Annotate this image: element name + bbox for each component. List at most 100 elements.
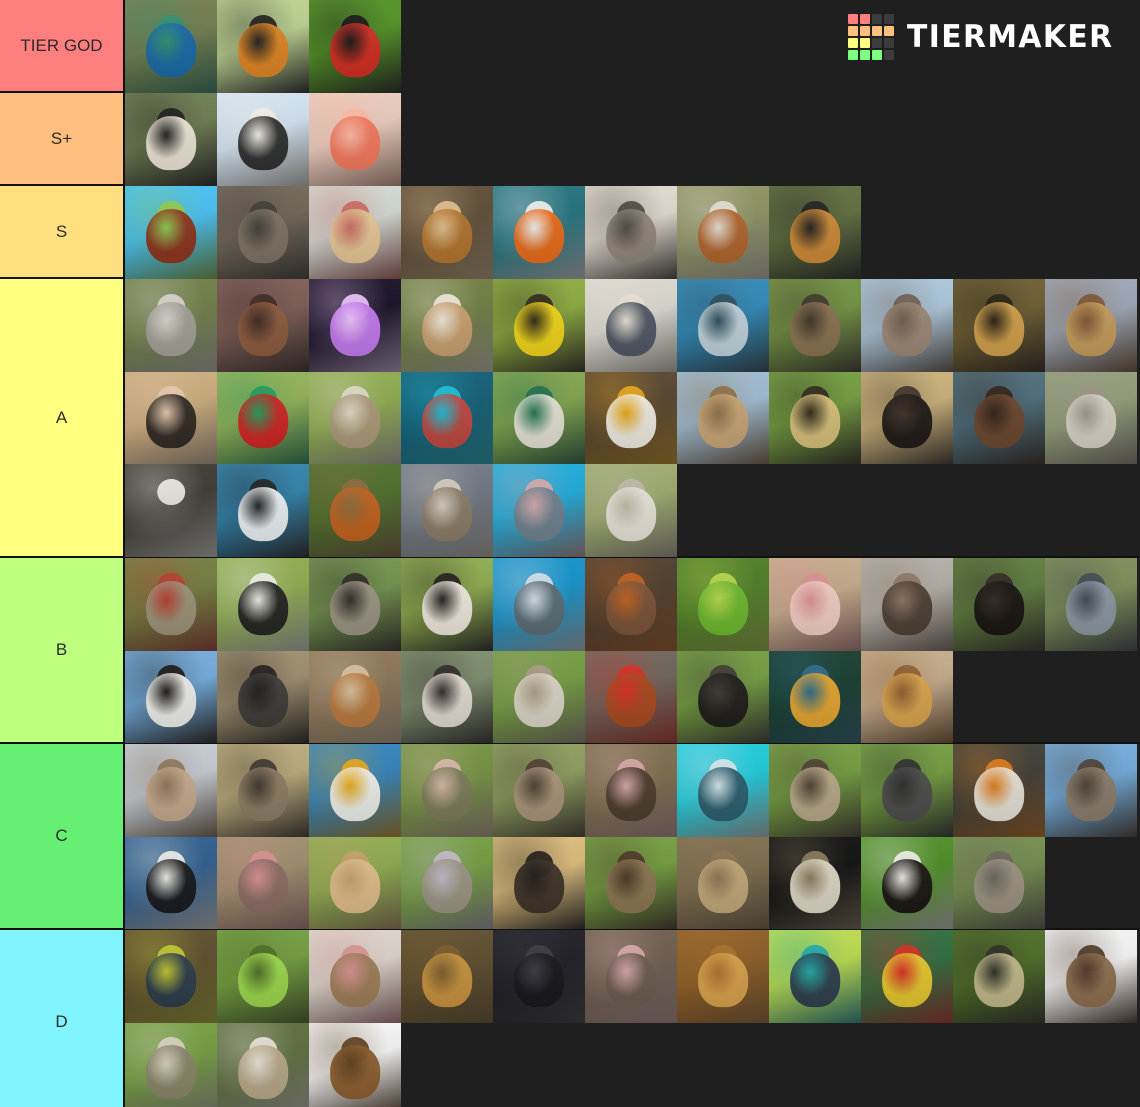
tier-item-goat[interactable]: [401, 650, 493, 743]
tier-item-rabbit[interactable]: [309, 371, 401, 464]
tier-item-pigeon[interactable]: [1045, 558, 1137, 651]
tier-item-llama[interactable]: [493, 650, 585, 743]
tier-item-snail[interactable]: [585, 836, 677, 929]
tier-item-cockroach[interactable]: [309, 1022, 401, 1107]
tier-item-beaver[interactable]: [953, 371, 1045, 464]
tier-item-pig[interactable]: [769, 558, 861, 651]
tier-item-whale-shark[interactable]: [493, 558, 585, 651]
tier-item-crab[interactable]: [861, 650, 953, 743]
tier-label[interactable]: A: [0, 279, 125, 556]
tier-item-horse[interactable]: [861, 371, 953, 464]
tier-item-otter[interactable]: [401, 464, 493, 557]
tier-item-squirrel[interactable]: [769, 279, 861, 372]
tier-item-snake[interactable]: [125, 558, 217, 651]
tier-item-ant[interactable]: [125, 186, 217, 279]
tier-item-bee[interactable]: [493, 279, 585, 372]
tier-label[interactable]: D: [0, 930, 125, 1107]
tier-item-crocodile[interactable]: [401, 744, 493, 837]
tier-item-porcupine[interactable]: [769, 836, 861, 929]
tier-item-platypus[interactable]: [217, 186, 309, 279]
tier-item-falcon[interactable]: [585, 279, 677, 372]
tier-item-tarantula[interactable]: [1045, 930, 1137, 1023]
tier-item-shark[interactable]: [677, 279, 769, 372]
tier-item-hippo[interactable]: [217, 836, 309, 929]
tier-item-bald-eagle[interactable]: [585, 371, 677, 464]
tier-item-lizard[interactable]: [125, 930, 217, 1023]
tier-item-lion[interactable]: [401, 186, 493, 279]
tier-item-dolphin[interactable]: [493, 464, 585, 557]
tier-item-praying-mantis[interactable]: [217, 930, 309, 1023]
tier-item-raccoon[interactable]: [309, 558, 401, 651]
tier-item-octopus[interactable]: [401, 371, 493, 464]
tier-item-grasshopper[interactable]: [953, 930, 1045, 1023]
tier-item-ostrich[interactable]: [125, 371, 217, 464]
tier-item-peacock[interactable]: [125, 0, 217, 93]
tier-item-golden-retriever[interactable]: [309, 186, 401, 279]
tier-item-lemur[interactable]: [953, 744, 1045, 837]
tier-item-zebra[interactable]: [125, 650, 217, 743]
tier-item-vulture[interactable]: [217, 1022, 309, 1107]
tier-item-pelican[interactable]: [217, 464, 309, 557]
tier-item-baboon[interactable]: [401, 836, 493, 929]
tier-item-cat[interactable]: [585, 186, 677, 279]
tier-item-gorilla[interactable]: [217, 650, 309, 743]
tier-item-stingray[interactable]: [677, 744, 769, 837]
tier-label[interactable]: B: [0, 558, 125, 742]
tier-item-mealworms[interactable]: [677, 930, 769, 1023]
tier-label[interactable]: C: [0, 744, 125, 928]
tier-item-seagull[interactable]: [309, 744, 401, 837]
tier-item-flamingo[interactable]: [309, 93, 401, 186]
tier-item-bull[interactable]: [677, 650, 769, 743]
tier-item-seahorse[interactable]: [769, 650, 861, 743]
tier-item-magpie[interactable]: [217, 558, 309, 651]
tier-item-kangaroo[interactable]: [309, 650, 401, 743]
tier-item-koala[interactable]: [125, 279, 217, 372]
tier-item-bat[interactable]: [309, 930, 401, 1023]
tier-item-camel[interactable]: [677, 371, 769, 464]
tier-item-mallard-duck[interactable]: [493, 371, 585, 464]
tier-item-panda[interactable]: [125, 93, 217, 186]
tier-item-jellyfish[interactable]: [309, 279, 401, 372]
tier-item-boar[interactable]: [861, 744, 953, 837]
tier-label[interactable]: S: [0, 186, 125, 277]
tier-item-grizzly-bear[interactable]: [217, 279, 309, 372]
tier-item-macaw[interactable]: [217, 371, 309, 464]
tier-label[interactable]: TIER GOD: [0, 0, 125, 91]
tier-item-penguin[interactable]: [217, 93, 309, 186]
tiermaker-logo[interactable]: TIERMAKER: [847, 14, 1122, 60]
tier-item-orca[interactable]: [125, 836, 217, 929]
tier-item-monarch-butterfly[interactable]: [217, 0, 309, 93]
tier-item-rhino[interactable]: [677, 836, 769, 929]
tier-item-clownfish[interactable]: [493, 186, 585, 279]
tier-item-rooster[interactable]: [585, 650, 677, 743]
tier-item-orangutan[interactable]: [585, 558, 677, 651]
tier-item-leopard[interactable]: [953, 279, 1045, 372]
tier-item-sloth[interactable]: [125, 1022, 217, 1107]
tier-item-toad[interactable]: [401, 930, 493, 1023]
tier-item-tree-frog[interactable]: [861, 930, 953, 1023]
tier-item-seal[interactable]: [1045, 371, 1137, 464]
tier-item-elephant[interactable]: [861, 279, 953, 372]
tier-item-donkey[interactable]: [1045, 744, 1137, 837]
tier-item-giraffe[interactable]: [1045, 279, 1137, 372]
tier-item-tiger[interactable]: [769, 186, 861, 279]
tier-item-fly[interactable]: [769, 930, 861, 1023]
tier-item-hedgehog[interactable]: [769, 744, 861, 837]
tier-item-komodo-dragon[interactable]: [953, 836, 1045, 929]
tier-label[interactable]: S+: [0, 93, 125, 184]
tier-item-chimpanzee[interactable]: [861, 558, 953, 651]
tier-item-cheetah[interactable]: [769, 371, 861, 464]
tier-item-barn-owl[interactable]: [401, 279, 493, 372]
tier-item-iguana[interactable]: [677, 558, 769, 651]
tier-item-wildebeest[interactable]: [217, 744, 309, 837]
tier-item-cow[interactable]: [401, 558, 493, 651]
tier-item-rat[interactable]: [585, 930, 677, 1023]
tier-item-sheep[interactable]: [585, 464, 677, 557]
tier-item-fox[interactable]: [677, 186, 769, 279]
tier-item-mole[interactable]: [585, 744, 677, 837]
tier-item-hamster[interactable]: [309, 836, 401, 929]
tier-item-skunk[interactable]: [861, 836, 953, 929]
tier-item-moth[interactable]: [125, 744, 217, 837]
tier-item-crow[interactable]: [493, 930, 585, 1023]
tier-item-black-panther[interactable]: [953, 558, 1045, 651]
